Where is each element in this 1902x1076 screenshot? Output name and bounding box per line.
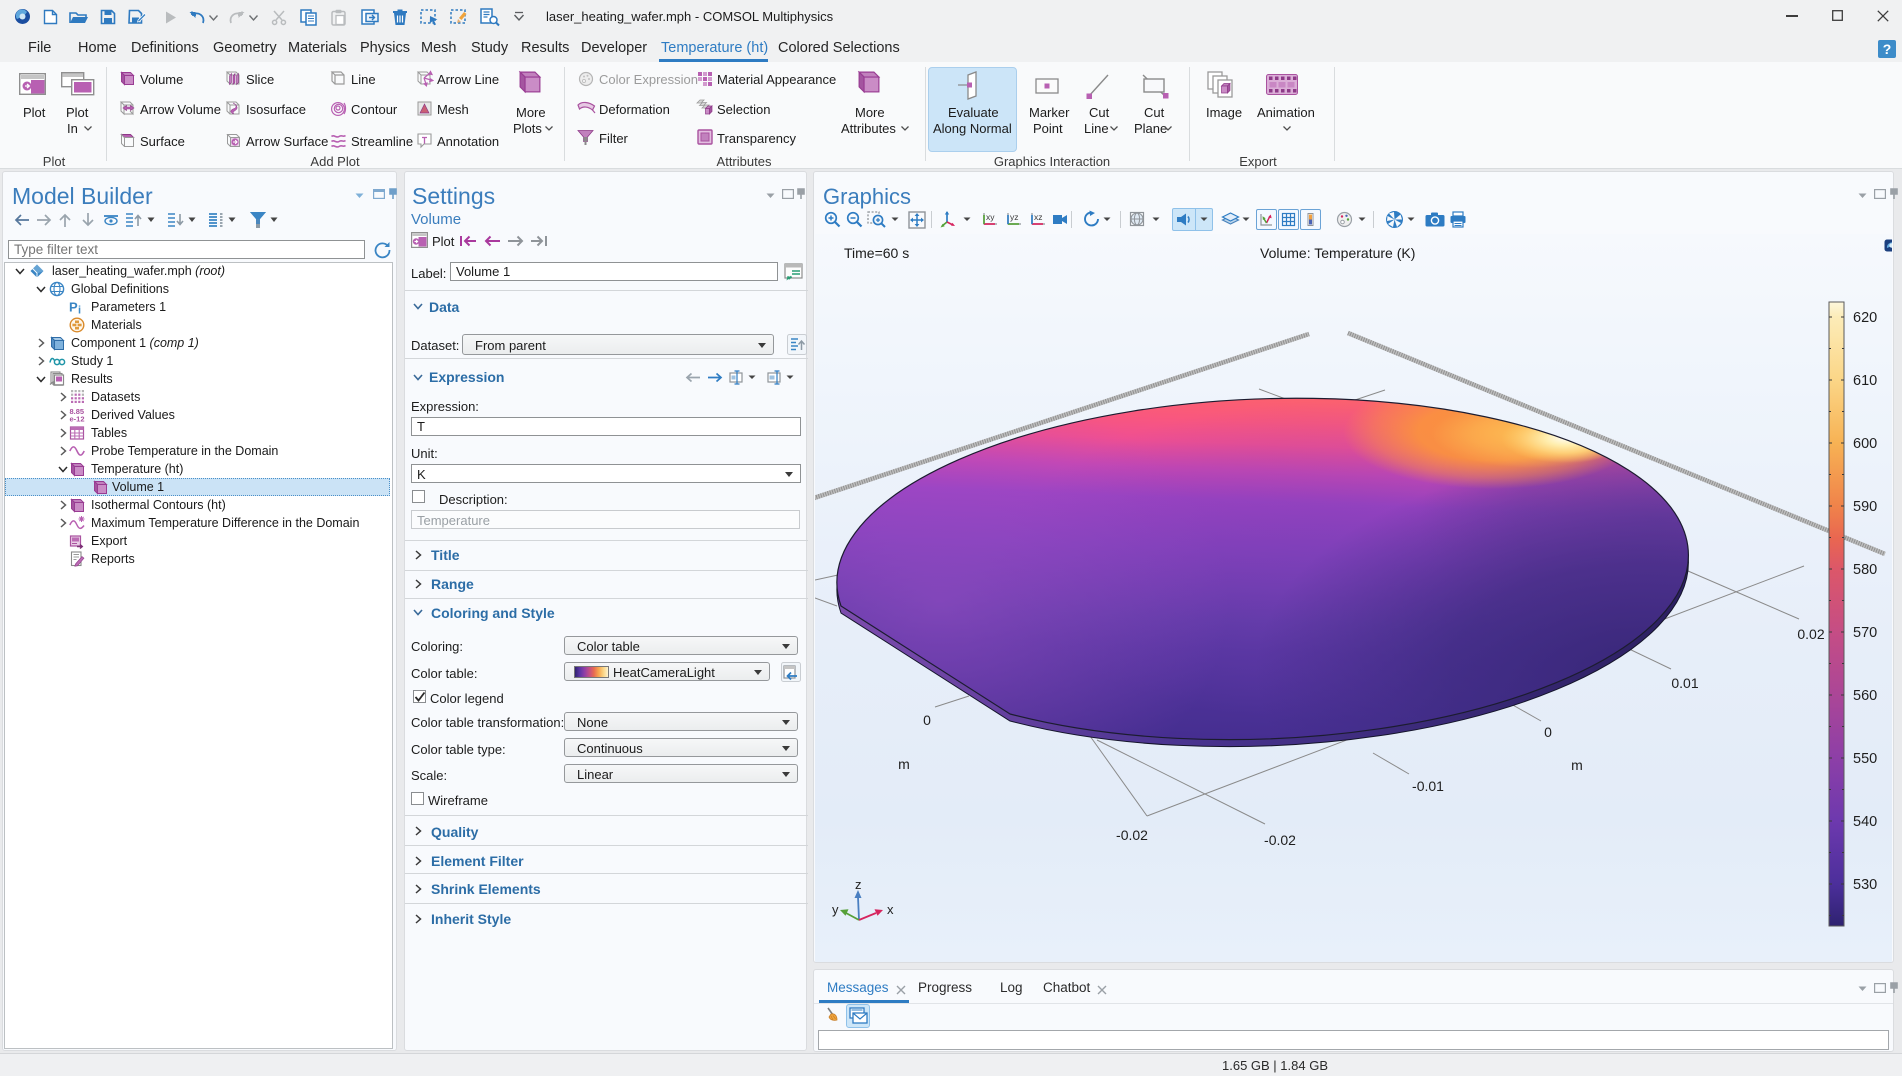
svg-text:xy: xy xyxy=(986,212,995,222)
svg-text:0.01: 0.01 xyxy=(1671,675,1698,691)
svg-text:0.02: 0.02 xyxy=(1797,626,1824,642)
svg-text:550: 550 xyxy=(1853,751,1877,767)
svg-text:0: 0 xyxy=(1544,724,1552,740)
svg-text:xz: xz xyxy=(1034,212,1043,222)
svg-text:570: 570 xyxy=(1853,625,1877,641)
svg-text:540: 540 xyxy=(1853,814,1877,830)
svg-text:590: 590 xyxy=(1853,499,1877,515)
svg-text:0: 0 xyxy=(923,712,931,728)
svg-text:yz: yz xyxy=(1010,212,1019,222)
svg-text:610: 610 xyxy=(1853,373,1877,389)
svg-text:x: x xyxy=(887,902,894,917)
svg-text:m: m xyxy=(898,756,910,772)
svg-text:P: P xyxy=(69,300,78,315)
svg-text:620: 620 xyxy=(1853,310,1877,326)
svg-text:-0.02: -0.02 xyxy=(1116,827,1148,843)
svg-text:y: y xyxy=(832,902,839,917)
svg-text:e-12: e-12 xyxy=(70,415,85,424)
svg-text:m: m xyxy=(1571,757,1583,773)
svg-text:560: 560 xyxy=(1853,688,1877,704)
svg-text:600: 600 xyxy=(1853,436,1877,452)
svg-text:z: z xyxy=(855,877,862,892)
svg-text:-0.01: -0.01 xyxy=(1412,778,1444,794)
svg-text:530: 530 xyxy=(1853,877,1877,893)
svg-text:-0.02: -0.02 xyxy=(1264,832,1296,848)
svg-text:580: 580 xyxy=(1853,562,1877,578)
svg-text:i: i xyxy=(78,305,81,317)
